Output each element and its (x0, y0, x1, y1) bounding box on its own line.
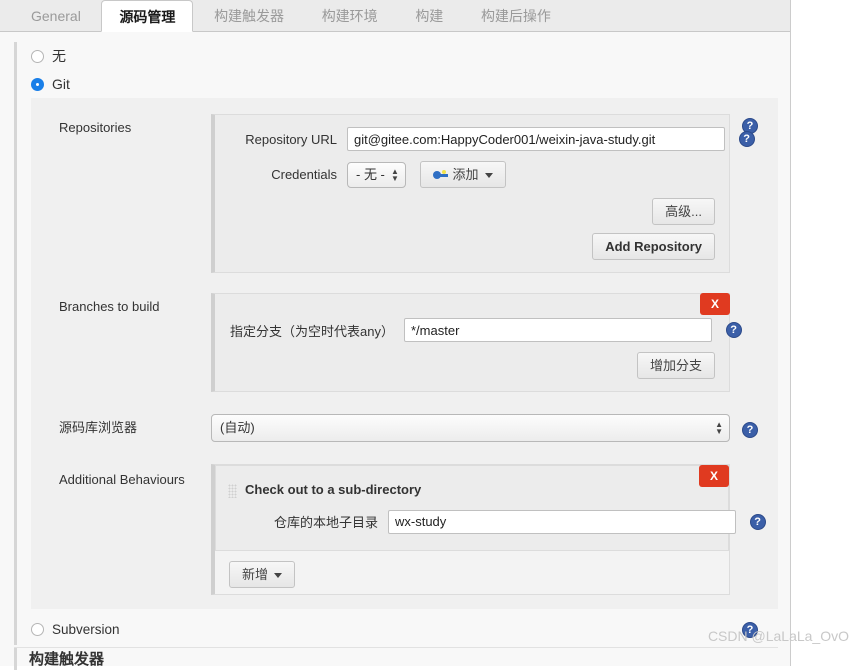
add-branch-button[interactable]: 增加分支 (636, 352, 715, 379)
add-repository-button[interactable]: Add Repository (592, 233, 715, 260)
branch-specifier-help-icon[interactable]: ? (725, 322, 742, 338)
config-tab-bar: General 源码管理 构建触发器 构建环境 构建 构建后操作 (0, 0, 790, 32)
repository-browser-label: 源码库浏览器 (59, 420, 138, 435)
repository-browser-row: 源码库浏览器 (自动) ▲ ▼ ? (31, 406, 778, 450)
add-credentials-button[interactable]: 添加 (419, 161, 506, 188)
credentials-select[interactable]: - 无 - ▲ ▼ (347, 161, 406, 188)
tab-post-build-actions[interactable]: 构建后操作 (464, 0, 568, 32)
behaviour-item-title: Check out to a sub-directory (245, 482, 422, 497)
repository-browser-select[interactable]: (自动) ▲ ▼ (211, 414, 730, 442)
delete-branch-button[interactable]: X (700, 293, 730, 315)
repositories-row: Repositories ? Repository URL ? Credenti… (31, 108, 778, 279)
add-behaviour-button[interactable]: 新增 (229, 560, 296, 588)
scm-option-subversion[interactable]: Subversion ? (17, 615, 778, 645)
add-credentials-label: 添加 (452, 167, 479, 182)
next-section-heading: 构建触发器 (14, 648, 104, 670)
behaviours-subpanel: X Check out to a sub-directory 仓库的本地子目录 … (211, 464, 766, 595)
advanced-button[interactable]: 高级... (652, 198, 715, 225)
scm-option-git[interactable]: Git (17, 70, 778, 98)
delete-behaviour-button[interactable]: X (699, 465, 729, 487)
jenkins-job-config-page: General 源码管理 构建触发器 构建环境 构建 构建后操作 无 Git R… (0, 0, 791, 670)
add-repository-row: Add Repository (229, 233, 715, 260)
subdirectory-row: 仓库的本地子目录 ? (228, 509, 766, 534)
branch-specifier-row: 指定分支（为空时代表any） ? (229, 318, 742, 342)
credentials-select-value: - 无 - (356, 166, 385, 182)
radio-git-icon[interactable] (31, 78, 44, 91)
branches-subpanel: X 指定分支（为空时代表any） ? 增加分支 (211, 293, 742, 392)
subdirectory-label: 仓库的本地子目录 (273, 515, 378, 531)
git-config-panel: Repositories ? Repository URL ? Credenti… (31, 98, 778, 609)
repositories-label: Repositories (59, 120, 132, 135)
repository-browser-field: (自动) ▲ ▼ (211, 414, 730, 442)
csdn-watermark: CSDN @LaLaLa_OvO (707, 628, 849, 644)
branch-specifier-input[interactable] (404, 318, 712, 342)
advanced-row: 高级... (229, 198, 715, 225)
section-divider (14, 647, 778, 648)
subdirectory-input[interactable] (388, 509, 736, 534)
select-arrows-icon: ▲ ▼ (715, 420, 723, 436)
behaviour-item-header: Check out to a sub-directory (228, 482, 716, 498)
scm-radio-block: 无 Git Repositories ? Repository URL ? (14, 42, 778, 645)
repository-url-input[interactable] (347, 127, 725, 151)
repository-browser-help-icon[interactable]: ? (742, 422, 758, 438)
repository-browser-value: (自动) (220, 420, 255, 435)
add-behaviour-row: 新增 (229, 560, 715, 588)
drag-handle-icon[interactable] (228, 483, 237, 498)
credentials-label: Credentials (271, 167, 337, 182)
credentials-row: Credentials - 无 - ▲ ▼ 添加 (229, 161, 715, 188)
scm-option-none[interactable]: 无 (17, 42, 778, 70)
key-icon (432, 170, 448, 181)
branches-label: Branches to build (59, 299, 160, 314)
radio-none-icon[interactable] (31, 50, 44, 63)
tab-general[interactable]: General (14, 0, 98, 32)
repository-url-row: Repository URL ? (229, 127, 755, 151)
subdirectory-help-icon[interactable]: ? (749, 513, 766, 530)
scm-option-git-label: Git (52, 76, 70, 92)
tab-build[interactable]: 构建 (398, 0, 460, 32)
chevron-down-icon (274, 572, 283, 578)
tab-build-environment[interactable]: 构建环境 (305, 0, 395, 32)
repository-url-help-icon[interactable]: ? (738, 131, 755, 147)
tab-source-code-management[interactable]: 源码管理 (101, 0, 194, 32)
tab-build-triggers[interactable]: 构建触发器 (197, 0, 301, 32)
add-branch-row: 增加分支 (229, 352, 715, 379)
branch-specifier-label: 指定分支（为空时代表any） (230, 323, 394, 339)
select-arrows-icon: ▲ ▼ (390, 166, 399, 183)
radio-subversion-icon[interactable] (31, 622, 44, 636)
additional-behaviours-row: Additional Behaviours X Check out to a s… (31, 458, 778, 601)
chevron-down-icon (484, 173, 493, 179)
add-behaviour-label: 新增 (242, 566, 269, 582)
scm-option-none-label: 无 (52, 48, 66, 64)
behaviour-item: X Check out to a sub-directory 仓库的本地子目录 … (215, 465, 766, 551)
branches-row: Branches to build X 指定分支（为空时代表any） ? 增加分… (31, 287, 778, 398)
scm-option-subversion-label: Subversion (52, 621, 120, 637)
config-form-body: 无 Git Repositories ? Repository URL ? (0, 32, 790, 670)
repository-url-label: Repository URL (245, 131, 337, 147)
additional-behaviours-label: Additional Behaviours (59, 472, 185, 487)
repository-subpanel: Repository URL ? Credentials - 无 - ▲▼ 添加 高… (211, 114, 755, 273)
